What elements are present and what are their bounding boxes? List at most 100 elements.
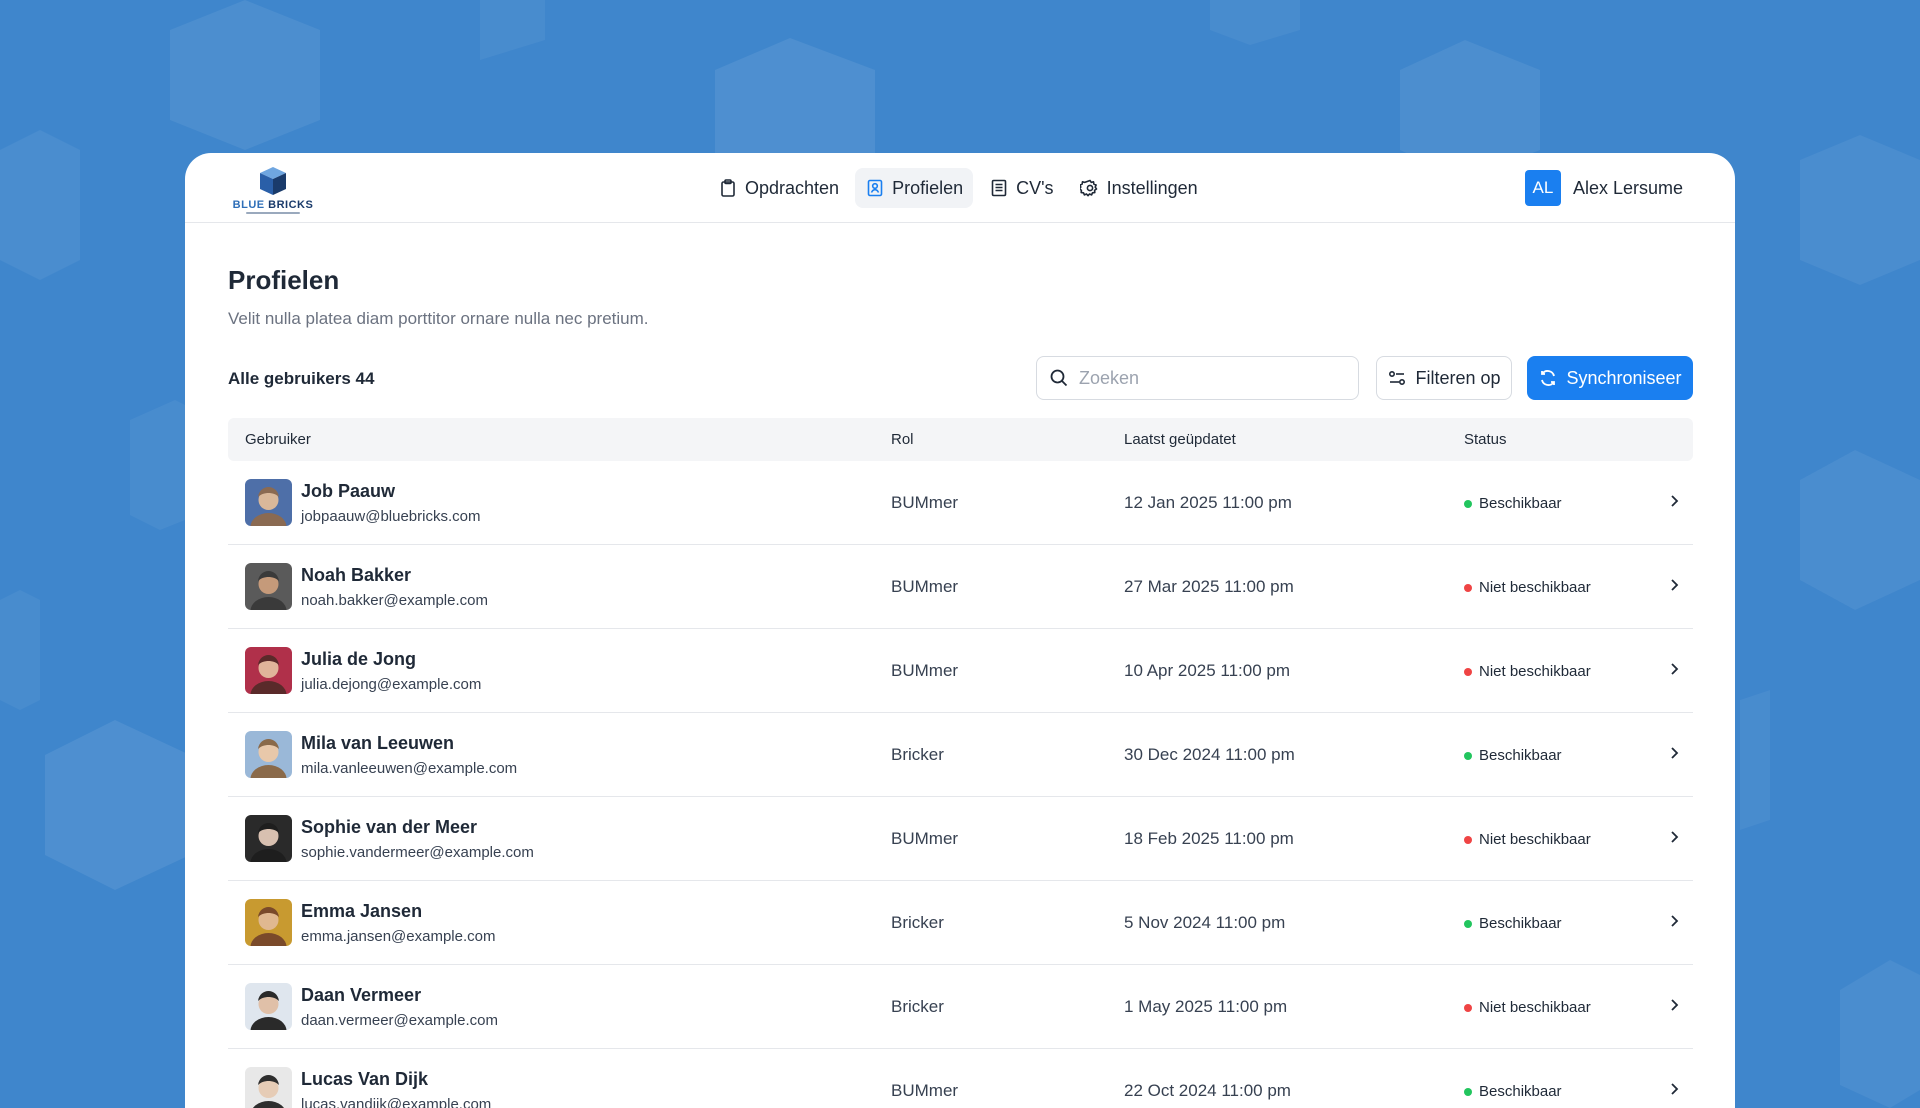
user-name-cell: Noah Bakker (301, 565, 412, 585)
nav-instellingen[interactable]: Instellingen (1070, 168, 1208, 208)
rol-cell: Bricker (891, 913, 944, 932)
main-nav: Opdrachten Profielen CV's Instellingen (708, 168, 1208, 208)
status-dot (1464, 1087, 1472, 1096)
contact-card-icon (867, 179, 883, 197)
top-navigation: BLUE BRICKS Opdrachten Profielen CV's In… (185, 153, 1735, 223)
chevron-right-icon[interactable] (1666, 745, 1682, 761)
table-row[interactable]: Julia de Jong julia.dejong@example.com BUM… (228, 629, 1693, 713)
user-email-cell: daan.vermeer@example.com (301, 1012, 498, 1029)
header-rol[interactable]: Rol (891, 431, 914, 448)
brand-word-bricks: BRICKS (268, 199, 314, 211)
nav-opdrachten-label: Opdrachten (745, 177, 840, 198)
user-email-cell: julia.dejong@example.com (301, 676, 482, 693)
user-photo (245, 563, 292, 610)
user-avatar: AL (1524, 170, 1561, 206)
table-row[interactable]: Job Paauw jobpaauw@bluebricks.com BUMmer 12… (228, 461, 1693, 545)
user-email-cell: lucas.vandijk@example.com (301, 1096, 492, 1108)
rol-cell: BUMmer (891, 661, 959, 680)
user-name-cell: Emma Jansen (301, 901, 423, 921)
table-row[interactable]: Mila van Leeuwen mila.vanleeuwen@example.… (228, 713, 1693, 797)
status-label: Beschikbaar (1479, 1083, 1562, 1100)
chevron-right-icon[interactable] (1666, 913, 1682, 929)
rol-cell: BUMmer (891, 493, 959, 512)
status-badge: Beschikbaar (1464, 915, 1562, 932)
user-photo (245, 815, 292, 862)
user-photo (245, 899, 292, 946)
status-label: Niet beschikbaar (1479, 579, 1591, 596)
header-laatst-geupdatet[interactable]: Laatst geüpdatet (1124, 431, 1236, 448)
gear-icon (1079, 179, 1097, 197)
user-name-cell: Sophie van der Meer (301, 817, 478, 837)
header-gebruiker[interactable]: Gebruiker (245, 431, 311, 448)
user-photo (245, 731, 292, 778)
table-row[interactable]: Sophie van der Meer sophie.vandermeer@exa… (228, 797, 1693, 881)
user-menu[interactable]: AL Alex Lersume (1524, 170, 1683, 206)
header-status[interactable]: Status (1464, 431, 1507, 448)
chevron-right-icon[interactable] (1666, 829, 1682, 845)
user-email-cell: emma.jansen@example.com (301, 928, 496, 945)
main-panel: BLUE BRICKS Opdrachten Profielen CV's In… (185, 153, 1735, 1108)
chevron-right-icon[interactable] (1666, 661, 1682, 677)
status-dot (1464, 1003, 1472, 1012)
filter-button[interactable]: Filteren op (1376, 356, 1512, 400)
status-dot (1464, 583, 1472, 592)
nav-instellingen-label: Instellingen (1106, 177, 1198, 198)
status-label: Niet beschikbaar (1479, 999, 1591, 1016)
rol-cell: Bricker (891, 997, 944, 1016)
rol-cell: Bricker (891, 745, 944, 764)
user-name-cell: Mila van Leeuwen (301, 733, 455, 753)
status-badge: Niet beschikbaar (1464, 663, 1591, 680)
rol-cell: BUMmer (891, 1081, 959, 1100)
table-body: Job Paauw jobpaauw@bluebricks.com BUMmer 12… (228, 461, 1693, 1108)
table-row[interactable]: Daan Vermeer daan.vermeer@example.com Bric… (228, 965, 1693, 1049)
status-badge: Beschikbaar (1464, 495, 1562, 512)
user-email-cell: mila.vanleeuwen@example.com (301, 760, 518, 777)
user-email-cell: sophie.vandermeer@example.com (301, 844, 534, 861)
chevron-right-icon[interactable] (1666, 1081, 1682, 1097)
nav-cvs-label: CV's (1016, 177, 1054, 198)
page-subtitle: Velit nulla platea diam porttitor ornare… (228, 309, 649, 328)
user-name: Alex Lersume (1572, 177, 1683, 198)
user-name-cell: Job Paauw (301, 481, 396, 501)
brand-logo[interactable]: BLUE BRICKS (228, 165, 318, 215)
status-dot (1464, 919, 1472, 928)
chevron-right-icon[interactable] (1666, 997, 1682, 1013)
filter-button-label: Filteren op (1415, 367, 1501, 388)
search-box[interactable] (1036, 356, 1359, 400)
status-badge: Beschikbaar (1464, 747, 1562, 764)
status-dot (1464, 751, 1472, 760)
updated-cell: 5 Nov 2024 11:00 pm (1124, 913, 1286, 932)
table-row[interactable]: Lucas Van Dijk lucas.vandijk@example.com B… (228, 1049, 1693, 1108)
chevron-right-icon[interactable] (1666, 577, 1682, 593)
status-badge: Niet beschikbaar (1464, 999, 1591, 1016)
nav-opdrachten[interactable]: Opdrachten (708, 168, 849, 208)
refresh-icon (1541, 370, 1556, 386)
user-photo (245, 1067, 292, 1108)
sync-button-label: Synchroniseer (1566, 367, 1682, 388)
status-dot (1464, 667, 1472, 676)
updated-cell: 12 Jan 2025 11:00 pm (1124, 493, 1292, 512)
document-icon (991, 179, 1007, 197)
nav-profielen-label: Profielen (892, 177, 964, 198)
search-icon (1050, 369, 1068, 387)
nav-cvs[interactable]: CV's (979, 168, 1063, 208)
cube-logo-icon (260, 167, 286, 195)
sync-button[interactable]: Synchroniseer (1527, 356, 1693, 400)
user-name-cell: Lucas Van Dijk (301, 1069, 429, 1089)
rol-cell: BUMmer (891, 829, 959, 848)
nav-profielen[interactable]: Profielen (855, 168, 974, 208)
search-input[interactable] (1079, 367, 1339, 389)
table-header: Gebruiker Rol Laatst geüpdatet Status (228, 418, 1693, 461)
status-badge: Niet beschikbaar (1464, 579, 1591, 596)
table-row[interactable]: Emma Jansen emma.jansen@example.com Bricke… (228, 881, 1693, 965)
status-label: Niet beschikbaar (1479, 663, 1591, 680)
updated-cell: 30 Dec 2024 11:00 pm (1124, 745, 1295, 764)
table-row[interactable]: Noah Bakker noah.bakker@example.com BUMmer… (228, 545, 1693, 629)
filter-sliders-icon (1389, 370, 1406, 386)
updated-cell: 10 Apr 2025 11:00 pm (1124, 661, 1291, 680)
page-title: Profielen (228, 265, 340, 295)
brand-tagline-line (246, 212, 300, 214)
brand-word-blue: BLUE (232, 199, 265, 211)
chevron-right-icon[interactable] (1666, 493, 1682, 509)
status-dot (1464, 499, 1472, 508)
